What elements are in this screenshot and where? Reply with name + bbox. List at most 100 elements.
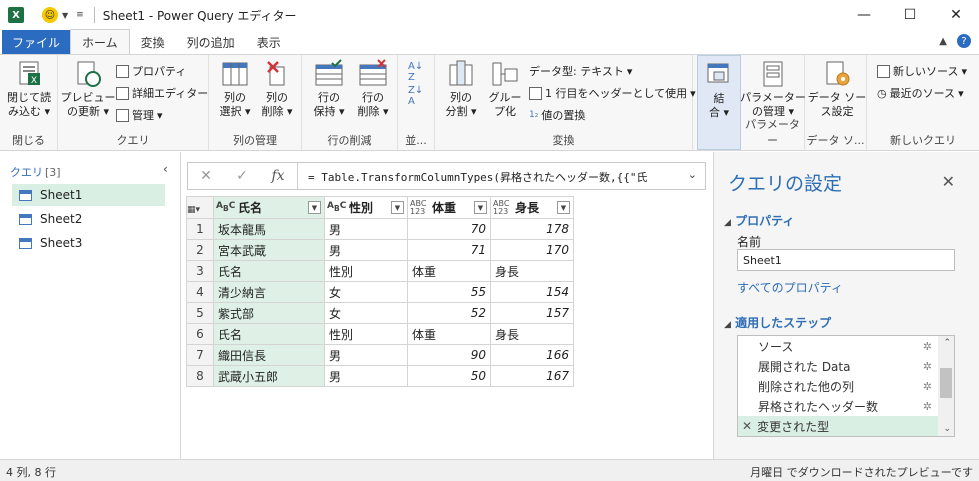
step-item-selected[interactable]: ✕ 変更された型: [738, 416, 938, 436]
close-button[interactable]: ✕: [933, 0, 979, 30]
gear-icon[interactable]: ✲: [923, 400, 932, 413]
table-cell[interactable]: 男: [324, 365, 408, 387]
scroll-up-icon[interactable]: ⌃: [943, 338, 951, 348]
column-header-name[interactable]: ABC 氏名 ▼: [213, 196, 325, 219]
table-cell[interactable]: 90: [407, 344, 491, 366]
step-item[interactable]: 削除された他の列 ✲: [738, 376, 938, 396]
table-cell[interactable]: 71: [407, 239, 491, 261]
table-cell[interactable]: 体重: [407, 323, 491, 345]
table-cell[interactable]: 性別: [324, 323, 408, 345]
gear-icon[interactable]: ✲: [923, 340, 932, 353]
column-header-gender[interactable]: ABC 性別 ▼: [324, 196, 408, 219]
scroll-down-icon[interactable]: ⌄: [943, 424, 951, 434]
close-icon[interactable]: ✕: [942, 172, 955, 191]
group-by-button[interactable]: グルー プ化: [485, 59, 525, 119]
recent-sources-button[interactable]: ◷ 最近のソース ▾: [877, 85, 964, 101]
step-item[interactable]: 昇格されたヘッダー数 ✲: [738, 396, 938, 416]
table-cell[interactable]: 氏名: [213, 260, 325, 282]
table-cell[interactable]: 166: [490, 344, 574, 366]
table-cell[interactable]: 157: [490, 302, 574, 324]
table-cell[interactable]: 男: [324, 239, 408, 261]
applied-steps-section[interactable]: ◢ 適用したステップ: [724, 314, 831, 331]
table-cell[interactable]: 女: [324, 302, 408, 324]
table-cell[interactable]: 男: [324, 218, 408, 240]
table-row[interactable]: 7 織田信長男 90 166: [186, 344, 574, 366]
filter-dropdown-icon[interactable]: ▼: [474, 201, 487, 214]
gear-icon[interactable]: ✲: [923, 360, 932, 373]
table-cell[interactable]: 55: [407, 281, 491, 303]
column-header-weight[interactable]: ABC 123 体重 ▼: [407, 196, 491, 219]
table-row[interactable]: 8 武蔵小五郎男 50 167: [186, 365, 574, 387]
table-cell[interactable]: 清少納言: [213, 281, 325, 303]
table-cell[interactable]: 坂本龍馬: [213, 218, 325, 240]
table-row[interactable]: 1 坂本龍馬男 70 178: [186, 218, 574, 240]
function-icon[interactable]: fx: [260, 168, 296, 184]
minimize-button[interactable]: —: [841, 0, 887, 30]
sort-ascending-icon[interactable]: A↓ Z: [408, 61, 423, 83]
properties-section[interactable]: ◢ プロパティ: [724, 212, 794, 229]
table-cell[interactable]: 男: [324, 344, 408, 366]
remove-rows-button[interactable]: 行の 削除 ▾: [354, 59, 392, 119]
collapse-pane-icon[interactable]: ‹: [163, 162, 168, 176]
tab-add-column[interactable]: 列の追加: [176, 30, 246, 54]
help-icon[interactable]: ?: [957, 34, 971, 48]
gear-icon[interactable]: ✲: [923, 380, 932, 393]
collapse-ribbon-icon[interactable]: ▲: [939, 36, 947, 47]
table-cell[interactable]: 70: [407, 218, 491, 240]
table-cell[interactable]: 武蔵小五郎: [213, 365, 325, 387]
new-source-button[interactable]: 新しいソース ▾: [877, 63, 967, 79]
data-type-dropdown[interactable]: データ型: テキスト ▾: [529, 63, 632, 79]
table-row[interactable]: 2 宮本武蔵男 71 170: [186, 239, 574, 261]
table-row[interactable]: 3 氏名 性別 体重 身長: [186, 260, 574, 282]
replace-values-button[interactable]: 1₂ 値の置換: [529, 107, 585, 123]
customize-toolbar-icon[interactable]: ≡: [76, 10, 84, 20]
table-cell[interactable]: 50: [407, 365, 491, 387]
use-first-row-headers-button[interactable]: 1 行目をヘッダーとして使用 ▾: [529, 85, 696, 101]
confirm-formula-icon[interactable]: ✓: [224, 168, 260, 184]
table-cell[interactable]: 紫式部: [213, 302, 325, 324]
expand-formula-icon[interactable]: ⌄: [688, 168, 697, 181]
table-cell[interactable]: 154: [490, 281, 574, 303]
select-all-icon[interactable]: ▦▾: [186, 196, 214, 219]
step-item[interactable]: 展開された Data ✲: [738, 356, 938, 376]
table-cell[interactable]: 身長: [490, 260, 574, 282]
table-cell[interactable]: 女: [324, 281, 408, 303]
tab-transform[interactable]: 変換: [130, 30, 176, 54]
table-cell[interactable]: 167: [490, 365, 574, 387]
step-item[interactable]: ソース ✲: [738, 336, 938, 356]
remove-columns-button[interactable]: 列の 削除 ▾: [259, 59, 295, 119]
query-item-sheet2[interactable]: Sheet2: [12, 208, 165, 230]
table-cell[interactable]: 170: [490, 239, 574, 261]
formula-input[interactable]: = Table.TransformColumnTypes(昇格されたヘッダー数,…: [308, 169, 673, 185]
delete-step-icon[interactable]: ✕: [742, 419, 752, 433]
cancel-formula-icon[interactable]: ✕: [188, 168, 224, 184]
table-cell[interactable]: 宮本武蔵: [213, 239, 325, 261]
table-cell[interactable]: 性別: [324, 260, 408, 282]
query-item-sheet1[interactable]: Sheet1: [12, 184, 165, 206]
table-cell[interactable]: 織田信長: [213, 344, 325, 366]
table-cell[interactable]: 178: [490, 218, 574, 240]
table-cell[interactable]: 氏名: [213, 323, 325, 345]
scroll-thumb[interactable]: [940, 368, 952, 398]
steps-scrollbar[interactable]: ⌃ ⌄: [938, 336, 954, 436]
tab-home[interactable]: ホーム: [70, 29, 130, 54]
split-column-button[interactable]: 列の 分割 ▾: [441, 59, 481, 119]
refresh-preview-button[interactable]: プレビュー の更新 ▾: [61, 59, 116, 119]
keep-rows-button[interactable]: 行の 保持 ▾: [310, 59, 348, 119]
combine-button[interactable]: 結 合 ▾: [702, 60, 736, 120]
close-and-load-button[interactable]: X 閉じて読 み込む ▾: [6, 59, 52, 119]
filter-dropdown-icon[interactable]: ▼: [557, 201, 570, 214]
filter-dropdown-icon[interactable]: ▼: [391, 201, 404, 214]
all-properties-link[interactable]: すべてのプロパティ: [737, 279, 843, 296]
column-header-height[interactable]: ABC 123 身長 ▼: [490, 196, 574, 219]
properties-button[interactable]: プロパティ: [116, 63, 186, 79]
advanced-editor-button[interactable]: 詳細エディター: [116, 85, 208, 101]
table-row[interactable]: 5 紫式部女 52 157: [186, 302, 574, 324]
data-source-settings-button[interactable]: データ ソー ス設定: [808, 59, 866, 119]
chevron-down-icon[interactable]: ▼: [62, 11, 68, 20]
table-cell[interactable]: 52: [407, 302, 491, 324]
manage-button[interactable]: 管理 ▾: [116, 107, 163, 123]
choose-columns-button[interactable]: 列の 選択 ▾: [217, 59, 253, 119]
filter-dropdown-icon[interactable]: ▼: [308, 201, 321, 214]
tab-file[interactable]: ファイル: [2, 30, 71, 54]
